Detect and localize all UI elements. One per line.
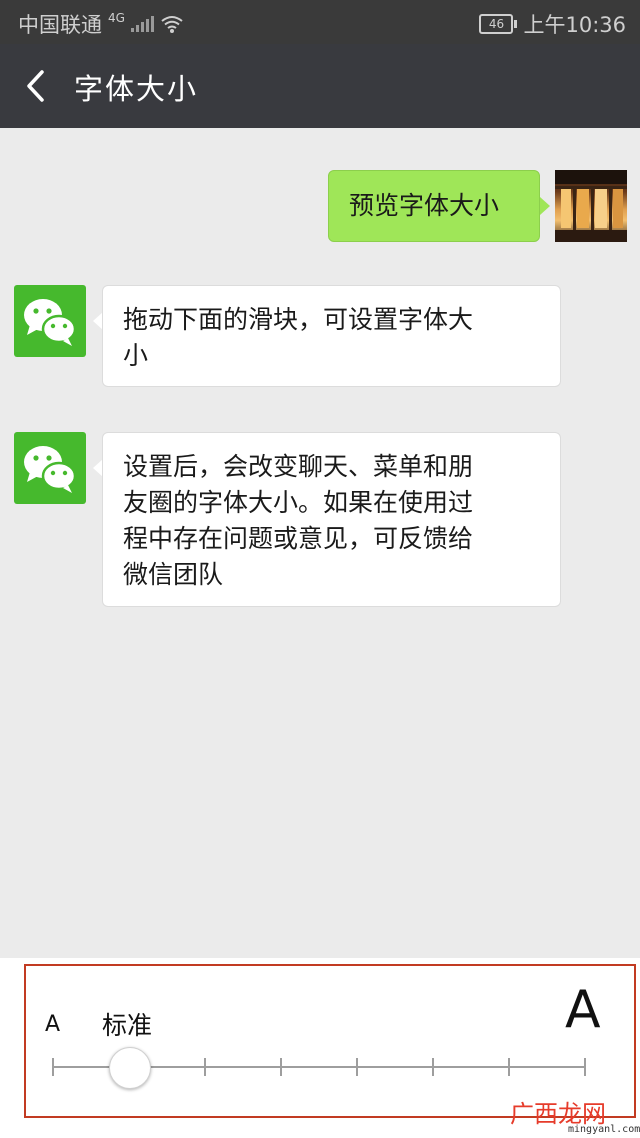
message-text-line: 程中存在问题或意见，可反馈给 [123,524,474,553]
font-size-slider-knob[interactable] [109,1047,151,1089]
bubble-tail [540,197,550,215]
sent-message-bubble: 预览字体大小 [328,170,540,242]
user-avatar[interactable] [555,170,627,242]
signal-icon [130,16,154,32]
slider-tick[interactable] [52,1058,54,1076]
clock: 上午10:36 [523,13,626,37]
small-font-label: A [45,1012,61,1037]
title-bar: 字体大小 [0,44,640,128]
slider-tick[interactable] [356,1058,358,1076]
wechat-logo-icon [24,299,77,346]
slider-tick[interactable] [204,1058,206,1076]
network-type: 4G [108,11,125,25]
watermark-domain: mingyanl.com [568,1124,640,1135]
message-text-line: 微信团队 [123,560,224,589]
wifi-icon [161,16,183,33]
received-message-bubble: 设置后，会改变聊天、菜单和朋 友圈的字体大小。如果在使用过 程中存在问题或意见，… [102,432,561,607]
page-title: 字体大小 [74,72,199,106]
current-size-label: 标准 [102,1011,153,1040]
back-button[interactable] [22,66,56,106]
photo-image [555,170,627,242]
status-bar: 中国联通 4G 46 上午10:36 [0,0,640,44]
wechat-avatar[interactable] [14,432,86,504]
wechat-logo-icon [24,446,77,493]
large-font-label: A [565,980,601,1040]
slider-tick[interactable] [432,1058,434,1076]
message-text-line: 小 [123,341,149,370]
slider-tick[interactable] [508,1058,510,1076]
wechat-avatar[interactable] [14,285,86,357]
message-text-line: 拖动下面的滑块，可设置字体大 [123,305,474,334]
message-text-line: 设置后，会改变聊天、菜单和朋 [123,452,474,481]
carrier-name: 中国联通 [18,13,102,37]
slider-tick[interactable] [280,1058,282,1076]
received-message-bubble: 拖动下面的滑块，可设置字体大 小 [102,285,561,387]
chevron-left-icon [27,70,44,102]
message-text: 预览字体大小 [349,191,500,220]
battery-icon: 46 [479,14,518,34]
slider-tick[interactable] [584,1058,586,1076]
message-text-line: 友圈的字体大小。如果在使用过 [123,488,474,517]
